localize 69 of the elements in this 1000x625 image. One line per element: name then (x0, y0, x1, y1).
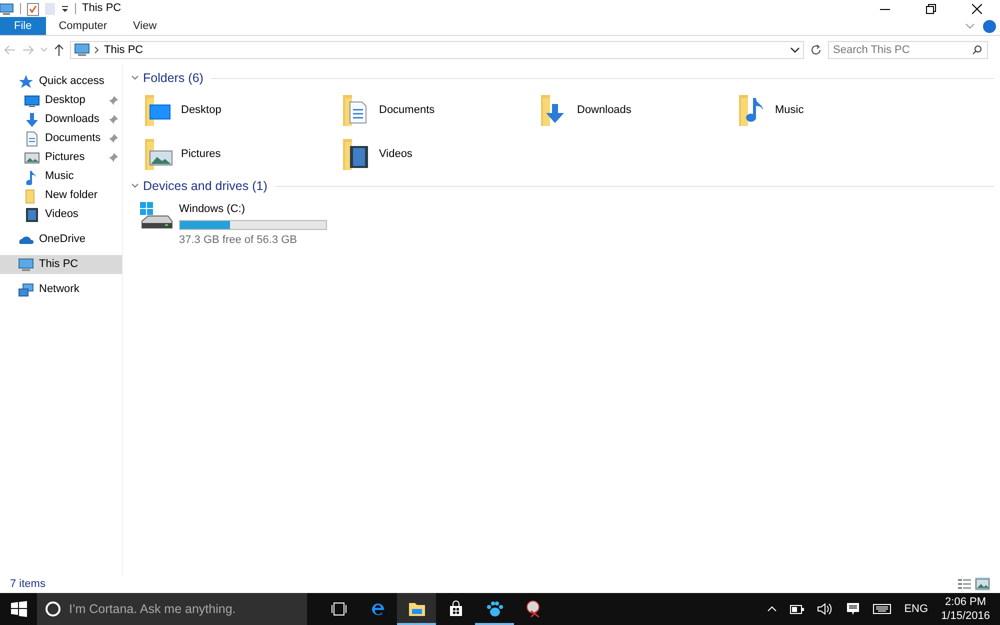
expand-ribbon-icon[interactable] (965, 21, 975, 31)
clock[interactable]: 2:06 PM 1/15/2016 (941, 595, 990, 623)
folder-name[interactable]: Videos (379, 146, 412, 162)
monitor-icon (74, 43, 90, 57)
navigation-item[interactable]: New folder (0, 186, 122, 205)
search-icon (972, 45, 982, 55)
details-view-icon[interactable] (957, 577, 972, 591)
paw-icon (486, 600, 504, 618)
folder-name[interactable]: Pictures (181, 146, 221, 162)
navigation-item[interactable]: Network (0, 280, 122, 299)
drive-name[interactable]: Windows (C:) (179, 201, 327, 218)
item-count: 7 items (10, 576, 46, 592)
navigation-item[interactable]: Pictures (0, 148, 122, 167)
folder-name[interactable]: Desktop (181, 102, 222, 118)
chevron-icon (94, 46, 100, 54)
folder-icon (408, 600, 426, 618)
keyboard-icon[interactable] (873, 604, 892, 614)
help-icon[interactable] (983, 20, 996, 32)
circle-icon (45, 601, 61, 617)
navigation-item[interactable]: Documents (0, 129, 122, 148)
close-icon (972, 4, 982, 14)
windows-logo-icon (10, 601, 26, 617)
folder-name[interactable]: Music (775, 102, 804, 118)
ribbon-tab[interactable]: Computer (46, 17, 120, 35)
up-icon[interactable] (54, 44, 64, 56)
language-indicator[interactable]: ENG (904, 600, 928, 618)
notification-icon[interactable] (846, 602, 860, 616)
task-view-icon (330, 600, 348, 618)
navigation-item[interactable]: Quick access (0, 72, 122, 91)
navigation-item[interactable]: Downloads (0, 110, 122, 129)
properties-icon[interactable] (27, 2, 39, 16)
battery-icon[interactable] (790, 604, 804, 614)
navigation-item[interactable]: Desktop (0, 91, 122, 110)
monitor-icon (24, 92, 40, 108)
address-field[interactable]: This PC (70, 41, 804, 59)
folder-name[interactable]: Documents (379, 102, 435, 118)
navigation-item[interactable]: Music (0, 167, 122, 186)
collapse-chevron-icon[interactable] (131, 182, 139, 190)
section-heading[interactable]: Devices and drives (1) (143, 176, 268, 196)
breadcrumb[interactable]: This PC (104, 42, 144, 58)
monitor-icon (18, 256, 34, 272)
taskbar-app-button[interactable] (397, 593, 436, 625)
file-menu-tab[interactable]: File (0, 17, 46, 35)
monitor-icon[interactable] (0, 2, 14, 16)
free-space-text: 37.3 GB free of 56.3 GB (179, 232, 298, 248)
large-icons-view-icon[interactable] (975, 577, 990, 591)
speaker-icon[interactable] (817, 603, 834, 615)
star-icon (18, 74, 34, 90)
folder-name[interactable]: Downloads (577, 102, 632, 118)
ribbon-tab[interactable]: View (120, 17, 170, 35)
refresh-icon[interactable] (810, 44, 822, 56)
cortana-search-field[interactable]: I’m Cortana. Ask me anything. (37, 593, 307, 625)
navigation-item[interactable]: This PC (0, 255, 122, 274)
window-title: This PC (82, 1, 122, 16)
navigation-item[interactable]: OneDrive (0, 230, 122, 249)
dropdown-icon[interactable] (61, 4, 69, 12)
film-icon (24, 206, 40, 222)
hard-drive-icon (139, 201, 173, 231)
chevron-up-icon[interactable] (767, 606, 778, 612)
section-heading[interactable]: Folders (6) (143, 68, 204, 88)
collapse-chevron-icon[interactable] (131, 74, 139, 82)
picture-icon (24, 150, 40, 166)
document-icon (24, 130, 40, 146)
network-icon (18, 282, 34, 298)
restore-icon (926, 4, 936, 14)
down-arrow-icon (24, 112, 40, 128)
navigation-item[interactable]: Videos (0, 205, 122, 224)
search-field[interactable]: Search This PC (828, 41, 988, 59)
dropdown-icon[interactable] (790, 46, 800, 54)
